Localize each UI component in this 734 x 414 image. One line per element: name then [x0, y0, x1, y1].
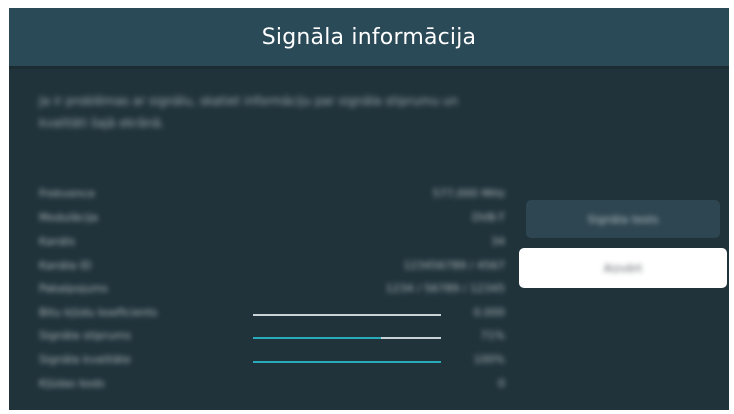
signal-test-button-label: Signāla tests — [587, 212, 659, 226]
info-row-label: Signāla kvalitāte — [39, 353, 131, 366]
info-row-value: 123456789 / 4567 — [403, 259, 505, 272]
info-row-label: Signāla stiprums — [39, 329, 132, 342]
info-row-label: Pakalpojums — [39, 282, 109, 295]
info-row-service: Pakalpojums 1234 / 56789 / 12345 — [39, 280, 505, 302]
info-row-label: Bitu kļūdu koeficients — [39, 306, 158, 319]
info-row-signal-strength: Signāla stiprums 71% — [39, 327, 505, 349]
signal-info-dialog: Signāla informācija Ja ir problēmas ar s… — [9, 8, 729, 410]
info-row-label: Kanāls — [39, 235, 76, 248]
info-row-error-code: Kļūdas kods 0 — [39, 375, 505, 397]
info-row-value: 0 — [498, 377, 505, 390]
signal-quality-bar — [253, 361, 441, 363]
dialog-title: Signāla informācija — [261, 24, 477, 50]
title-bar: Signāla informācija — [9, 8, 729, 66]
info-row-channel: Kanāls 34 — [39, 233, 505, 255]
info-row-label: Frekvence — [39, 187, 96, 200]
info-row-value: 100% — [473, 353, 505, 366]
close-button-label: Aizvērt — [603, 261, 643, 275]
info-row-label: Kļūdas kods — [39, 377, 105, 390]
info-row-label: Modulācija — [39, 211, 98, 224]
signal-strength-bar — [253, 337, 441, 339]
info-row-value: DVB-T — [471, 211, 505, 224]
bar-fill — [253, 337, 381, 339]
info-row-frequency: Frekvence 577,000 MHz — [39, 185, 505, 207]
info-row-value: 34 — [491, 235, 505, 248]
info-row-channel-id: Kanāla ID 123456789 / 4567 — [39, 257, 505, 279]
info-row-value: 1234 / 56789 / 12345 — [385, 282, 505, 295]
info-row-value: 577,000 MHz — [432, 187, 505, 200]
dialog-description: Ja ir problēmas ar signālu, skatiet info… — [39, 94, 459, 130]
bar-fill — [253, 361, 441, 363]
signal-test-button[interactable]: Signāla tests — [526, 200, 720, 238]
info-row-signal-quality: Signāla kvalitāte 100% — [39, 351, 505, 373]
info-row-label: Kanāla ID — [39, 259, 92, 272]
info-row-value: 71% — [480, 329, 505, 342]
bit-error-rate-bar — [253, 314, 441, 316]
info-row-modulation: Modulācija DVB-T — [39, 209, 505, 231]
screen: Signāla informācija Ja ir problēmas ar s… — [0, 0, 734, 414]
title-divider — [9, 66, 729, 69]
info-row-value: 0.000 — [473, 306, 506, 319]
info-row-bit-error-rate: Bitu kļūdu koeficients 0.000 — [39, 304, 505, 326]
close-button[interactable]: Aizvērt — [519, 248, 727, 288]
